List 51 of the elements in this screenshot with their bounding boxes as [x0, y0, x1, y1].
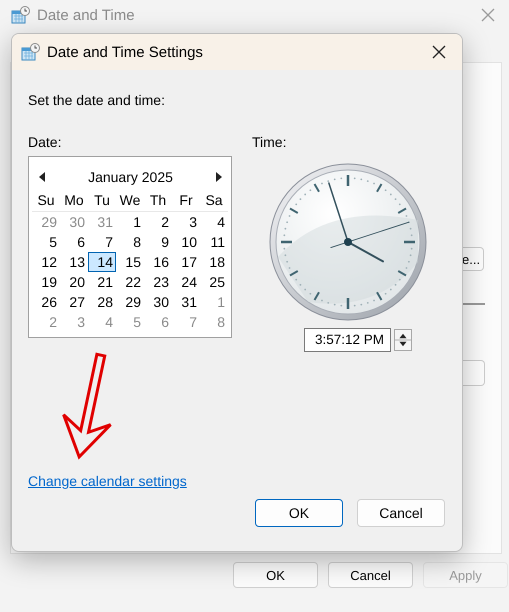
calendar-day[interactable]: 6 — [60, 232, 88, 252]
ok-button[interactable]: OK — [255, 499, 343, 527]
weekday-label: Sa — [200, 189, 228, 212]
calendar-day[interactable]: 23 — [144, 272, 172, 292]
weekday-label: Su — [32, 189, 60, 212]
calendar-day[interactable]: 9 — [144, 232, 172, 252]
calendar[interactable]: January 2025 Su Mo Tu We Th Fr Sa 29 30 31 1 2 3 4 5 6 7 8 9 10 11 12 13 14 15 16 17 18 19 20 21 22 23 24 25 26 27 28 29 30 31 1 2 3 4 5 6 7 8 — [28, 156, 232, 338]
calendar-day[interactable]: 12 — [32, 252, 60, 272]
calendar-day[interactable]: 20 — [60, 272, 88, 292]
calendar-day[interactable]: 5 — [32, 232, 60, 252]
weekday-label: We — [116, 189, 144, 212]
calendar-day[interactable]: 26 — [32, 292, 60, 312]
window-title: Date and Time — [37, 6, 136, 24]
weekday-label: Mo — [60, 189, 88, 212]
instruction-text: Set the date and time: — [28, 92, 166, 108]
calendar-day[interactable]: 27 — [60, 292, 88, 312]
calendar-day[interactable]: 15 — [116, 252, 144, 272]
date-label: Date: — [28, 134, 62, 150]
calendar-day[interactable]: 29 — [116, 292, 144, 312]
calendar-settings-link[interactable]: Change calendar settings — [28, 473, 187, 489]
calendar-day[interactable]: 11 — [200, 232, 228, 252]
calendar-day[interactable]: 31 — [172, 292, 200, 312]
calendar-day[interactable]: 8 — [116, 232, 144, 252]
calendar-day[interactable]: 17 — [172, 252, 200, 272]
calendar-day[interactable]: 16 — [144, 252, 172, 272]
calendar-day[interactable]: 13 — [60, 252, 88, 272]
calendar-day[interactable]: 21 — [88, 272, 116, 292]
cancel-button[interactable]: Cancel — [328, 562, 413, 588]
dialog-title: Date and Time Settings — [47, 44, 204, 60]
weekday-label: Fr — [172, 189, 200, 212]
calendar-day[interactable]: 2 — [144, 212, 172, 232]
month-title[interactable]: January 2025 — [88, 169, 173, 185]
weekday-label: Tu — [88, 189, 116, 212]
calendar-day[interactable]: 4 — [200, 212, 228, 232]
calendar-day[interactable]: 30 — [144, 292, 172, 312]
time-label: Time: — [252, 134, 288, 150]
calendar-day[interactable]: 19 — [32, 272, 60, 292]
calendar-day[interactable]: 24 — [172, 272, 200, 292]
time-field[interactable]: 3:57:12 PM — [304, 328, 391, 352]
calendar-day[interactable]: 18 — [200, 252, 228, 272]
calendar-day[interactable]: 7 — [88, 232, 116, 252]
calendar-day[interactable]: 10 — [172, 232, 200, 252]
calendar-day[interactable]: 25 — [200, 272, 228, 292]
calendar-day[interactable]: 14 — [88, 252, 116, 272]
weekday-label: Th — [144, 189, 172, 212]
calendar-day[interactable]: 28 — [88, 292, 116, 312]
calendar-day[interactable]: 3 — [172, 212, 200, 232]
cancel-button[interactable]: Cancel — [357, 499, 445, 527]
ok-button[interactable]: OK — [233, 562, 318, 588]
calendar-day[interactable]: 1 — [116, 212, 144, 232]
calendar-day[interactable]: 22 — [116, 272, 144, 292]
